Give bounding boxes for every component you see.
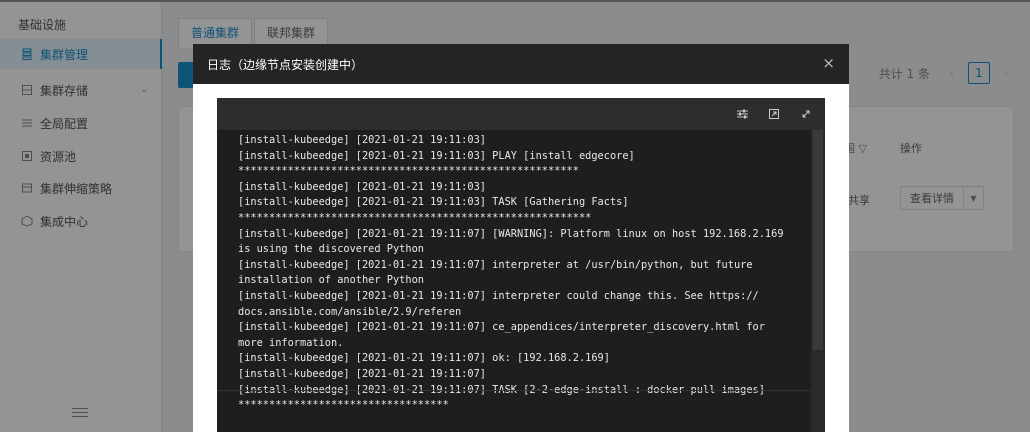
log-line: [install-kubeedge] [2021-01-21 19:11:07]… (238, 289, 759, 302)
log-line: [install-kubeedge] [2021-01-21 19:11:03] (238, 134, 486, 146)
editor-toolbar (217, 98, 825, 130)
log-line: [install-kubeedge] [2021-01-21 19:11:07]… (238, 352, 610, 365)
log-line: [install-kubeedge] [2021-01-21 19:11:07] (238, 367, 486, 380)
dialog-header: 日志（边缘节点安装创建中） × (193, 44, 849, 84)
log-line: installation of another Python (238, 274, 424, 287)
current-line-highlight (217, 390, 811, 391)
log-line: [install-kubeedge] [2021-01-21 19:11:03]… (238, 149, 635, 162)
log-line: [install-kubeedge] [2021-01-21 19:11:03] (238, 180, 486, 193)
log-line: [install-kubeedge] [2021-01-21 19:11:07]… (238, 258, 753, 271)
log-line: [install-kubeedge] [2021-01-21 19:11:07]… (238, 227, 784, 240)
fullscreen-icon[interactable] (798, 106, 814, 122)
log-editor: [install-kubeedge] [2021-01-21 19:11:03]… (217, 98, 825, 432)
top-border (0, 0, 1030, 2)
log-line: is using the discovered Python (238, 243, 424, 256)
log-line: ****************************************… (238, 165, 579, 178)
log-dialog: 日志（边缘节点安装创建中） × [install-kubeedge] [2021… (193, 44, 849, 432)
settings-sliders-icon[interactable] (734, 106, 750, 122)
log-line: ********************************** (238, 399, 449, 412)
log-line: [install-kubeedge] [2021-01-21 19:11:03]… (238, 196, 629, 209)
log-output[interactable]: [install-kubeedge] [2021-01-21 19:11:03]… (217, 130, 811, 432)
log-line: [install-kubeedge] [2021-01-21 19:11:07]… (238, 321, 765, 334)
close-icon[interactable]: × (822, 55, 835, 71)
log-scrollbar-thumb[interactable] (813, 130, 823, 350)
expand-icon[interactable] (766, 106, 782, 122)
log-line: more information. (238, 336, 344, 349)
log-line: ****************************************… (238, 211, 592, 224)
dialog-title: 日志（边缘节点安装创建中） (207, 57, 364, 72)
log-line: docs.ansible.com/ansible/2.9/referen (238, 305, 462, 318)
